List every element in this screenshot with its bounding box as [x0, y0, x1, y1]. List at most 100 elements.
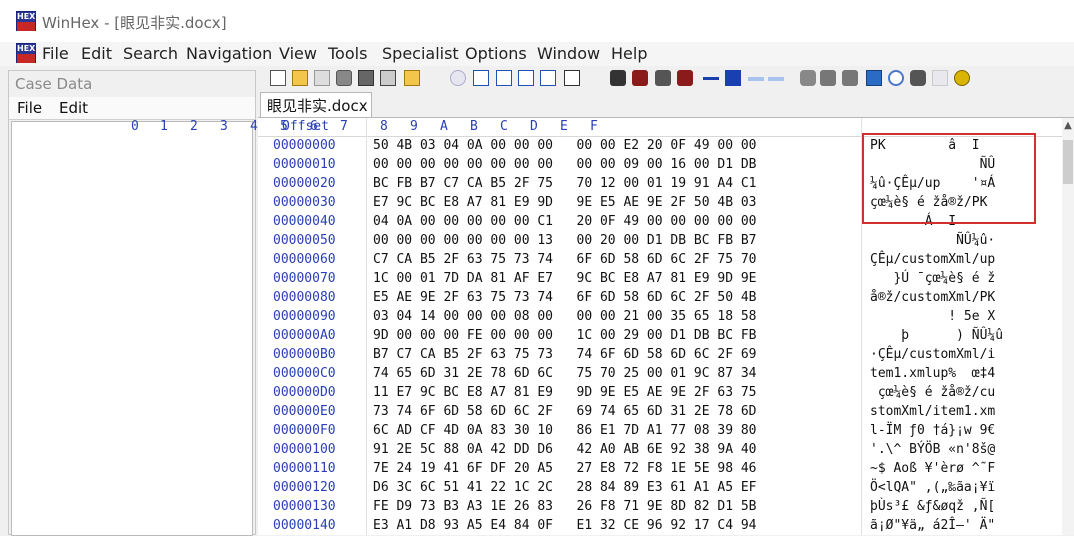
disk-clone-icon[interactable] — [842, 70, 858, 86]
hex-row[interactable]: 000000E0 73 74 6F 6D 58 6D 6C 2F 69 74 65… — [258, 403, 1062, 422]
ascii-text[interactable]: ·ÇÊµ/customXml/i — [870, 347, 995, 362]
hex-bytes[interactable]: 9D 00 00 00 FE 00 00 00 1C 00 29 00 D1 D… — [373, 328, 757, 343]
ascii-text[interactable]: ! 5e X — [870, 309, 995, 324]
hex-bytes[interactable]: C7 CA B5 2F 63 75 73 74 6F 6D 58 6D 6C 2… — [373, 252, 757, 267]
case-menu-file[interactable]: File — [17, 99, 42, 117]
hex-bytes[interactable]: 00 00 00 00 00 00 00 00 00 00 09 00 16 0… — [373, 157, 757, 172]
find-hex-icon[interactable] — [632, 70, 648, 86]
hex-bytes[interactable]: 04 0A 00 00 00 00 00 C1 20 0F 49 00 00 0… — [373, 214, 757, 229]
hex-row[interactable]: 000000C0 74 65 6D 31 2E 78 6D 6C 75 70 25… — [258, 365, 1062, 384]
binary-icon[interactable] — [564, 70, 580, 86]
ascii-text[interactable]: Ö<lQA" ,(„‰ãa¡¥ï — [870, 480, 995, 495]
menu-specialist[interactable]: Specialist — [382, 44, 459, 63]
calculator-icon[interactable] — [866, 70, 882, 86]
hex-row[interactable]: 00000120 D6 3C 6C 51 41 22 1C 2C 28 84 89… — [258, 479, 1062, 498]
hex-bytes[interactable]: 7E 24 19 41 6F DF 20 A5 27 E8 72 F8 1E 5… — [373, 461, 757, 476]
menu-navigation[interactable]: Navigation — [186, 44, 272, 63]
hex-row[interactable]: 00000080 E5 AE 9E 2F 63 75 73 74 6F 6D 58… — [258, 289, 1062, 308]
hex-row[interactable]: 00000060 C7 CA B5 2F 63 75 73 74 6F 6D 58… — [258, 251, 1062, 270]
winhex-logo-icon[interactable]: HEX — [16, 11, 36, 31]
ascii-text[interactable]: çœ¼è§ é žå®ž/cu — [870, 385, 995, 400]
open-disk-icon[interactable] — [404, 70, 420, 86]
hex-bytes[interactable]: FE D9 73 B3 A3 1E 26 83 26 F8 71 9E 8D 8… — [373, 499, 757, 514]
hex-bytes[interactable]: 11 E7 9C BC E8 A7 81 E9 9D 9E E5 AE 9E 2… — [373, 385, 757, 400]
ascii-text[interactable]: å®ž/customXml/PK — [870, 290, 995, 305]
ascii-text[interactable]: ÇÊµ/customXml/up — [870, 252, 995, 267]
hex-row[interactable]: 000000D0 11 E7 9C BC E8 A7 81 E9 9D 9E E5… — [258, 384, 1062, 403]
vertical-scrollbar[interactable]: ▲ — [1062, 118, 1074, 535]
hex-bytes[interactable]: BC FB B7 C7 CA B5 2F 75 70 12 00 01 19 9… — [373, 176, 757, 191]
save-all-icon[interactable] — [336, 70, 352, 86]
hex-row[interactable]: 00000140 E3 A1 D8 93 A5 E4 84 0F E1 32 CE… — [258, 517, 1062, 536]
ascii-text[interactable]: þ ) ÑÛ¼û — [870, 328, 1003, 343]
forward-icon[interactable] — [768, 77, 784, 81]
case-menu-edit[interactable]: Edit — [59, 99, 88, 117]
hex-row[interactable]: 00000090 03 04 14 00 00 00 08 00 00 00 21… — [258, 308, 1062, 327]
ascii-text[interactable]: }Ú ¯çœ¼è§ é ž — [870, 271, 995, 286]
case-tree[interactable] — [11, 121, 253, 536]
ascii-text[interactable]: l-ÏM ƒ0 †á}¡w 9€ — [870, 423, 995, 438]
hex-bytes[interactable]: E7 9C BC E8 A7 81 E9 9D 9E E5 AE 9E 2F 5… — [373, 195, 757, 210]
ascii-text[interactable]: þÙs³£ &ƒ&øqž ‚Ñ[ — [870, 499, 995, 514]
scroll-thumb[interactable] — [1063, 140, 1073, 184]
hex-bytes[interactable]: D6 3C 6C 51 41 22 1C 2C 28 84 89 E3 61 A… — [373, 480, 757, 495]
hex-bytes[interactable]: 00 00 00 00 00 00 00 13 00 20 00 D1 DB B… — [373, 233, 757, 248]
hex-row[interactable]: 00000130 FE D9 73 B3 A3 1E 26 83 26 F8 71… — [258, 498, 1062, 517]
open-folder-icon[interactable] — [292, 70, 308, 86]
document-logo-icon[interactable]: HEX — [16, 43, 36, 63]
cut-icon[interactable] — [496, 70, 512, 86]
menu-tools[interactable]: Tools — [328, 44, 367, 63]
hex-row[interactable]: 00000070 1C 00 01 7D DA 81 AF E7 9C BC E8… — [258, 270, 1062, 289]
hex-bytes[interactable]: 91 2E 5C 88 0A 42 DD D6 42 A0 AB 6E 92 3… — [373, 442, 757, 457]
new-file-icon[interactable] — [270, 70, 286, 86]
menu-file[interactable]: File — [42, 44, 69, 63]
settings-icon[interactable] — [954, 70, 970, 86]
replace-text-icon[interactable] — [655, 70, 671, 86]
ascii-text[interactable]: '.\^ BÝÖB «n'8š@ — [870, 442, 995, 457]
menu-help[interactable]: Help — [611, 44, 647, 63]
hex-bytes[interactable]: 1C 00 01 7D DA 81 AF E7 9C BC E8 A7 81 E… — [373, 271, 757, 286]
zoom-icon[interactable] — [888, 70, 904, 86]
copy-icon[interactable] — [473, 70, 489, 86]
ascii-text[interactable]: ÑÛ¼û· — [870, 233, 995, 248]
print-icon[interactable] — [358, 70, 374, 86]
hex-row[interactable]: 00000050 00 00 00 00 00 00 00 13 00 20 00… — [258, 232, 1062, 251]
menu-edit[interactable]: Edit — [81, 44, 112, 63]
properties-icon[interactable] — [380, 70, 396, 86]
hex-bytes[interactable]: 74 65 6D 31 2E 78 6D 6C 75 70 25 00 01 9… — [373, 366, 757, 381]
tab-document[interactable]: 眼见非实.docx — [260, 92, 372, 117]
hex-bytes[interactable]: E5 AE 9E 2F 63 75 73 74 6F 6D 58 6D 6C 2… — [373, 290, 757, 305]
hex-bytes[interactable]: 73 74 6F 6D 58 6D 6C 2F 69 74 65 6D 31 2… — [373, 404, 757, 419]
menu-view[interactable]: View — [279, 44, 317, 63]
hex-bytes[interactable]: 6C AD CF 4D 0A 83 30 10 86 E1 7D A1 77 0… — [373, 423, 757, 438]
hex-row[interactable]: 000000A0 9D 00 00 00 FE 00 00 00 1C 00 29… — [258, 327, 1062, 346]
hex-row[interactable]: 00000110 7E 24 19 41 6F DF 20 A5 27 E8 72… — [258, 460, 1062, 479]
paste-block-icon[interactable] — [540, 70, 556, 86]
menu-options[interactable]: Options — [465, 44, 527, 63]
hex-bytes[interactable]: 50 4B 03 04 0A 00 00 00 00 00 E2 20 0F 4… — [373, 138, 757, 153]
ascii-text[interactable]: tem1.xmlup% œ‡4 — [870, 366, 995, 381]
goto-offset-icon[interactable] — [725, 70, 741, 86]
back-icon[interactable] — [748, 77, 764, 81]
ascii-text[interactable]: stomXml/item1.xm — [870, 404, 995, 419]
highlight-icon[interactable] — [932, 70, 948, 86]
scroll-up-icon[interactable]: ▲ — [1062, 120, 1074, 132]
replace-hex-icon[interactable] — [677, 70, 693, 86]
ascii-text[interactable]: ã¡Ø"¥ä„ á2Î–' Ä" — [870, 518, 995, 533]
undo-icon[interactable] — [450, 70, 466, 86]
hex-row[interactable]: 00000100 91 2E 5C 88 0A 42 DD D6 42 A0 AB… — [258, 441, 1062, 460]
snapshot-icon[interactable] — [910, 70, 926, 86]
find-text-icon[interactable] — [610, 70, 626, 86]
hex-bytes[interactable]: 03 04 14 00 00 00 08 00 00 00 21 00 35 6… — [373, 309, 757, 324]
paste-icon[interactable] — [518, 70, 534, 86]
ram-editor-icon[interactable] — [820, 70, 836, 86]
hex-bytes[interactable]: E3 A1 D8 93 A5 E4 84 0F E1 32 CE 96 92 1… — [373, 518, 757, 533]
hex-bytes[interactable]: B7 C7 CA B5 2F 63 75 73 74 6F 6D 58 6D 6… — [373, 347, 757, 362]
ascii-text[interactable]: ~$ Aoß ¥'èrø ^˜F — [870, 461, 995, 476]
save-icon[interactable] — [314, 70, 330, 86]
menu-window[interactable]: Window — [537, 44, 600, 63]
menu-search[interactable]: Search — [123, 44, 178, 63]
hex-row[interactable]: 000000F0 6C AD CF 4D 0A 83 30 10 86 E1 7D… — [258, 422, 1062, 441]
hex-row[interactable]: 000000B0 B7 C7 CA B5 2F 63 75 73 74 6F 6D… — [258, 346, 1062, 365]
disk-editor-icon[interactable] — [800, 70, 816, 86]
